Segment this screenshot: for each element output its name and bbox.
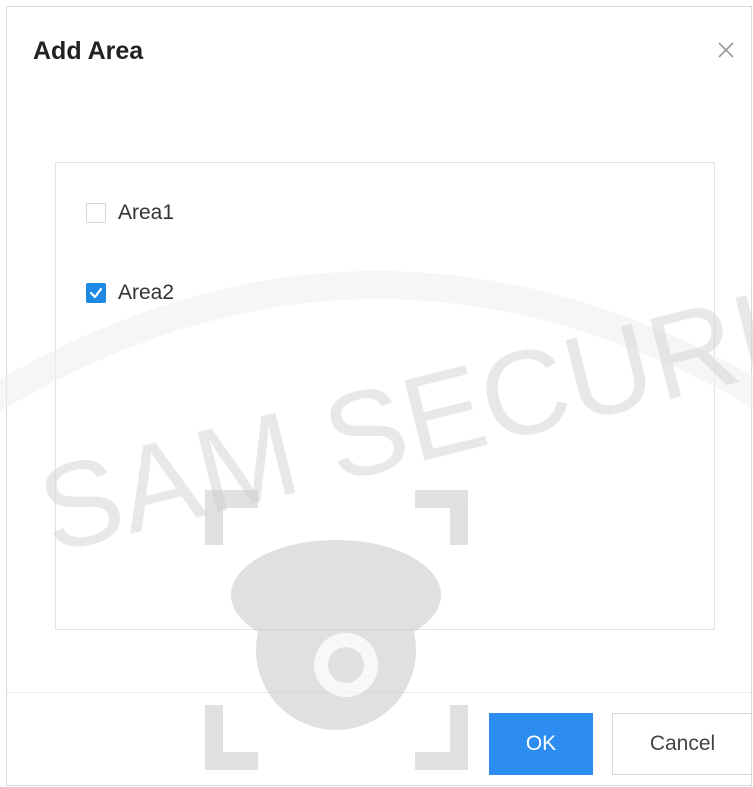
area1-checkbox[interactable] — [86, 203, 106, 223]
add-area-dialog: Add Area Area1 Area2 OK Cancel — [6, 6, 752, 786]
area2-checkbox[interactable] — [86, 283, 106, 303]
dialog-title: Add Area — [33, 37, 144, 65]
checkmark-icon — [89, 287, 103, 299]
area2-label: Area2 — [118, 281, 175, 304]
ok-button[interactable]: OK — [489, 713, 593, 775]
footer-divider — [7, 692, 751, 693]
dialog-header: Add Area — [7, 7, 751, 97]
close-icon[interactable] — [715, 39, 737, 61]
area-item-area1[interactable]: Area1 — [86, 198, 174, 228]
area-item-area2[interactable]: Area2 — [86, 278, 174, 308]
area-list: Area1 Area2 — [55, 162, 715, 630]
cancel-button[interactable]: Cancel — [612, 713, 751, 775]
area1-label: Area1 — [118, 201, 175, 224]
